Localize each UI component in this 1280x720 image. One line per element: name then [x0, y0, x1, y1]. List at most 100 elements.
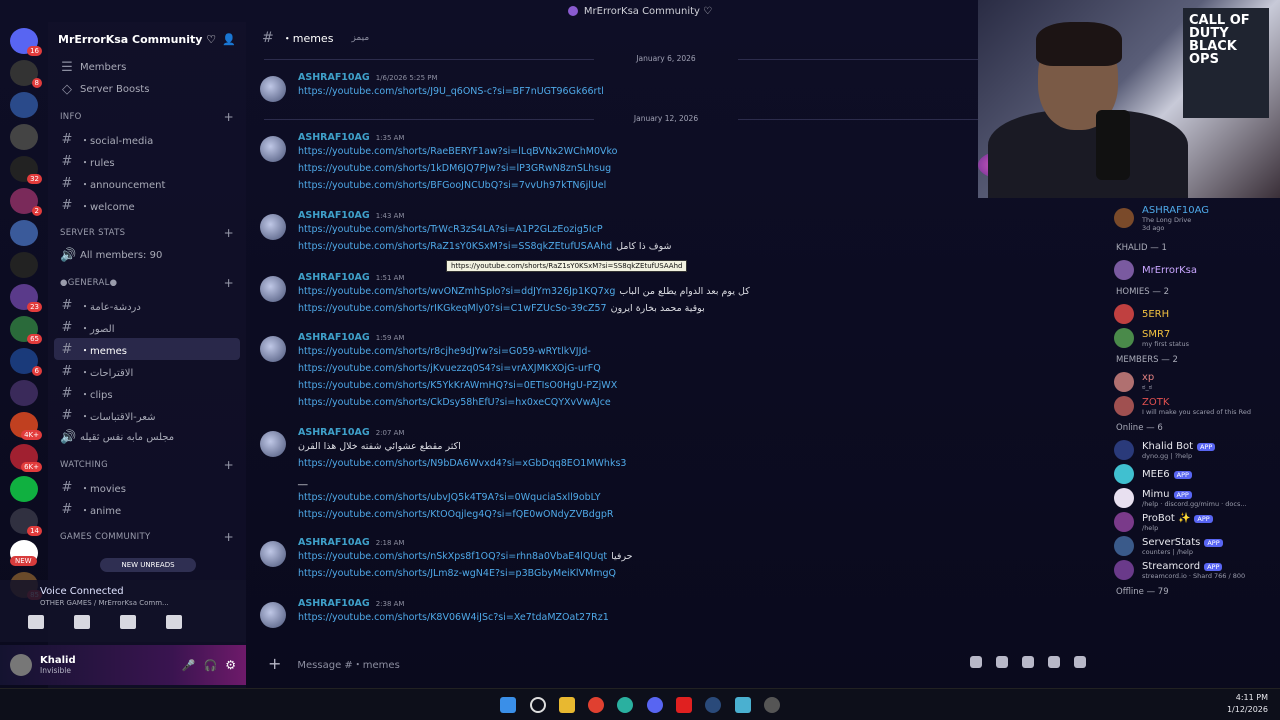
obs-icon[interactable]	[764, 697, 780, 713]
message-link[interactable]: https://youtube.com/shorts/nSkXps8f1OQ?s…	[298, 551, 633, 562]
member-item[interactable]: xp ಠ_ಠ	[1102, 370, 1280, 394]
emoji-icon[interactable]	[1048, 656, 1060, 668]
edge-icon[interactable]	[617, 697, 633, 713]
category-4[interactable]: GAMES COMMUNITY +	[48, 526, 246, 548]
link-text[interactable]: https://youtube.com/shorts/CkDsy58hEfU?s…	[298, 397, 611, 408]
channel-item[interactable]: # ・social-media	[48, 128, 246, 150]
server-icon-3[interactable]	[10, 124, 38, 150]
server-icon-10[interactable]: 6	[10, 348, 42, 376]
member-item[interactable]: Streamcord APP streamcord.io · Shard 766 /…	[1102, 558, 1280, 582]
member-item[interactable]: ProBot ✨ APP/help	[1102, 510, 1280, 534]
category-2[interactable]: ●GENERAL● +	[48, 272, 246, 294]
link-text[interactable]: https://youtube.com/shorts/nSkXps8f1OQ?s…	[298, 551, 607, 562]
message-link[interactable]: https://youtube.com/shorts/r8cjhe9dJYw?s…	[298, 346, 591, 357]
sticker-icon[interactable]	[1022, 656, 1034, 668]
message-input[interactable]: Message #・memes	[297, 656, 399, 671]
channel-item[interactable]: # ・movies	[48, 476, 246, 498]
link-text[interactable]: https://youtube.com/shorts/RaeBERYF1aw?s…	[298, 146, 618, 157]
new-badge[interactable]: NEW	[10, 556, 37, 566]
server-icon-8[interactable]: 23	[10, 284, 42, 312]
message-link[interactable]: https://youtube.com/shorts/ubvJQ5k4T9A?s…	[298, 492, 601, 503]
channel-item[interactable]: # ・دردشة-عامة	[48, 294, 246, 316]
channel-item[interactable]: # ・memes	[54, 338, 240, 360]
member-item[interactable]: MrErrorKsa	[1102, 258, 1280, 282]
server-icon-12[interactable]: 4K+	[10, 412, 42, 440]
message-link[interactable]: https://youtube.com/shorts/N9bDA6Wvxd4?s…	[298, 458, 626, 469]
channel-item[interactable]: 🔊 All members: 90	[48, 244, 246, 266]
link-text[interactable]: https://youtube.com/shorts/N9bDA6Wvxd4?s…	[298, 458, 626, 469]
message-link[interactable]: https://youtube.com/shorts/CkDsy58hEfU?s…	[298, 397, 611, 408]
channel-item[interactable]: # ・welcome	[48, 194, 246, 216]
windows-start-icon[interactable]	[500, 697, 516, 713]
message-link[interactable]: https://youtube.com/shorts/JLm8z-wgN4E?s…	[298, 568, 616, 579]
avatar[interactable]	[260, 541, 286, 567]
avatar[interactable]	[260, 76, 286, 102]
server-icon-6[interactable]	[10, 220, 38, 246]
avatar[interactable]	[260, 602, 286, 628]
message-link[interactable]: https://youtube.com/shorts/J9U_q6ONS-c?s…	[298, 86, 604, 97]
file-explorer-icon[interactable]	[559, 697, 575, 713]
member-item[interactable]: Khalid Bot APP dyno.gg | ?help	[1102, 438, 1280, 462]
search-icon[interactable]	[530, 697, 546, 713]
message-link[interactable]: https://youtube.com/shorts/BFGooJNCUbQ?s…	[298, 180, 606, 191]
message-link[interactable]: https://youtube.com/shorts/TrWcR3zS4LA?s…	[298, 224, 603, 235]
link-text[interactable]: https://youtube.com/shorts/J9U_q6ONS-c?s…	[298, 86, 604, 97]
member-item[interactable]: 5ERH	[1102, 302, 1280, 326]
avatar[interactable]	[10, 654, 32, 676]
link-text[interactable]: https://youtube.com/shorts/BFGooJNCUbQ?s…	[298, 180, 606, 191]
microphone-icon[interactable]: 🎤	[182, 659, 196, 672]
link-text[interactable]: https://youtube.com/shorts/jKvuezzq0S4?s…	[298, 363, 601, 374]
soundboard-icon[interactable]	[166, 615, 182, 629]
invite-icon[interactable]: 👤	[222, 33, 236, 46]
link-text[interactable]: https://youtube.com/shorts/K8V06W4iJSc?s…	[298, 612, 609, 623]
link-text[interactable]: https://youtube.com/shorts/1kDM6JQ7PJw?s…	[298, 163, 611, 174]
author-name[interactable]: ASHRAF10AG	[298, 132, 370, 143]
channel-item[interactable]: # ・الصور	[48, 316, 246, 338]
chrome-icon[interactable]	[588, 697, 604, 713]
channel-item[interactable]: # ・announcement	[48, 172, 246, 194]
link-text[interactable]: https://youtube.com/shorts/KtOOqjleg4Q?s…	[298, 509, 614, 520]
author-name[interactable]: ASHRAF10AG	[298, 272, 370, 283]
server-icon-13[interactable]: 6K+	[10, 444, 42, 472]
author-name[interactable]: ASHRAF10AG	[298, 210, 370, 221]
link-text[interactable]: https://youtube.com/shorts/K5YkKrAWmHQ?s…	[298, 380, 617, 391]
member-item[interactable]: ServerStats APP counters | /help	[1102, 534, 1280, 558]
message-link[interactable]: https://youtube.com/shorts/KtOOqjleg4Q?s…	[298, 509, 614, 520]
members-item[interactable]: ☰ Members	[48, 56, 246, 78]
notepad-icon[interactable]	[735, 697, 751, 713]
gift-icon[interactable]	[970, 656, 982, 668]
server-icon-14[interactable]	[10, 476, 38, 502]
message-link[interactable]: https://youtube.com/shorts/K8V06W4iJSc?s…	[298, 612, 609, 623]
apps-icon[interactable]	[1074, 656, 1086, 668]
server-icon-7[interactable]	[10, 252, 38, 278]
link-text[interactable]: https://youtube.com/shorts/ubvJQ5k4T9A?s…	[298, 492, 601, 503]
add-channel-icon[interactable]: +	[224, 110, 234, 124]
server-icon-11[interactable]	[10, 380, 38, 406]
avatar[interactable]	[260, 431, 286, 457]
member-item[interactable]: SMR7 my first status	[1102, 326, 1280, 350]
gear-icon[interactable]: ⚙	[225, 658, 236, 672]
headphones-icon[interactable]: 🎧	[204, 659, 218, 672]
link-text[interactable]: https://youtube.com/shorts/TrWcR3zS4LA?s…	[298, 224, 603, 235]
link-text[interactable]: https://youtube.com/shorts/RaZ1sY0KSxM?s…	[298, 241, 612, 252]
avatar[interactable]	[260, 276, 286, 302]
voice-subtitle[interactable]: OTHER GAMES / MrErrorKsa Comm...	[10, 599, 236, 607]
channel-item[interactable]: # ・الاقتراحات	[48, 360, 246, 382]
message-link[interactable]: https://youtube.com/shorts/jKvuezzq0S4?s…	[298, 363, 601, 374]
plus-icon[interactable]: +	[268, 654, 281, 673]
channel-item[interactable]: 🔊 مجلس مابه نفس ثقيله	[48, 426, 246, 448]
server-header[interactable]: MrErrorKsa Community ♡ 👤	[48, 22, 246, 56]
member-item[interactable]: Mimu APP/help · discord.gg/mimu · docs...	[1102, 486, 1280, 510]
server-icon-0[interactable]: 16	[10, 28, 42, 56]
server-boosts-item[interactable]: ◇ Server Boosts	[48, 78, 246, 100]
youtube-icon[interactable]	[676, 697, 692, 713]
add-channel-icon[interactable]: +	[224, 226, 234, 240]
channel-item[interactable]: # ・anime	[48, 498, 246, 520]
member-item[interactable]: MEE6 APP	[1102, 462, 1280, 486]
server-icon-2[interactable]	[10, 92, 38, 118]
server-icon-1[interactable]: 8	[10, 60, 42, 88]
link-text[interactable]: https://youtube.com/shorts/wvONZmhSplo?s…	[298, 286, 615, 297]
avatar[interactable]	[260, 214, 286, 240]
server-icon-4[interactable]: 32	[10, 156, 42, 184]
avatar[interactable]	[260, 136, 286, 162]
